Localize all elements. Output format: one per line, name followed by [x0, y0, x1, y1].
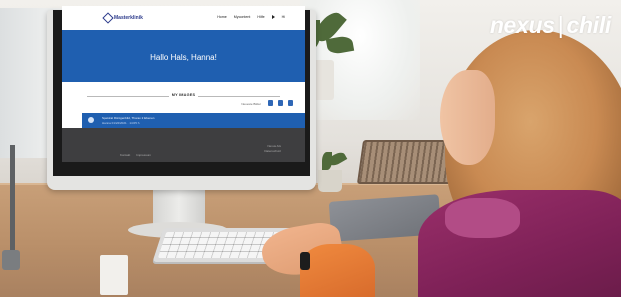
portal-logo[interactable]: Masterklinik [102, 12, 143, 24]
greeting: Hallo Hals, Hanna! [150, 53, 217, 62]
logo-icon [102, 12, 114, 24]
section-subtitle: Neueste Bilder [241, 102, 261, 106]
footer-privacy[interactable]: Datenschutz [264, 149, 281, 154]
brand-left: nexus [489, 12, 555, 38]
portal-nav: Home Mycontent Hilfe Hi [217, 15, 285, 19]
download-icon[interactable] [288, 100, 293, 106]
nav-item-mycontent[interactable]: Mycontent [234, 15, 251, 19]
mug [100, 255, 128, 295]
lamp-base [2, 250, 20, 270]
portal-header: Masterklinik Home Mycontent Hilfe Hi [62, 6, 305, 30]
brand-right: chili [566, 12, 611, 38]
brand-separator: | [557, 12, 564, 38]
chevron-right-icon[interactable] [271, 15, 275, 19]
person-face [440, 70, 495, 165]
small-plant [318, 170, 342, 192]
brand-logo: nexus | chili [490, 12, 611, 39]
study-title: Spektral Röntgenbild, Thorax 2 Ebenen [102, 116, 155, 120]
person-sleeve [300, 244, 375, 297]
expand-icon[interactable] [278, 100, 283, 106]
nav-item-user[interactable]: Hi [282, 15, 285, 19]
footer-link-contact[interactable]: Kontakt [120, 153, 130, 157]
portal-screen: Masterklinik Home Mycontent Hilfe Hi Hal… [62, 6, 305, 162]
section-title: MY IMAGES [171, 93, 196, 97]
image-actions [268, 100, 293, 106]
info-icon[interactable] [268, 100, 273, 106]
portal-hero: Hallo Hals, Hanna! [62, 30, 305, 82]
office-photo: Masterklinik Home Mycontent Hilfe Hi Hal… [0, 0, 621, 297]
nav-item-home[interactable]: Home [217, 15, 227, 19]
portal-footer: Kontakt Impressum Nexus AG Datenschutz [62, 128, 305, 162]
watch [300, 252, 310, 270]
footer-link-imprint[interactable]: Impressum [136, 153, 151, 157]
portal-logo-text: Masterklinik [114, 15, 143, 21]
nav-item-help[interactable]: Hilfe [257, 15, 264, 19]
footer-links: Kontakt Impressum [120, 153, 151, 157]
image-list-item[interactable]: Spektral Röntgenbild, Thorax 2 Ebenen Ha… [82, 113, 305, 128]
study-icon [88, 117, 94, 123]
person-scarf [445, 198, 520, 238]
footer-right: Nexus AG Datenschutz [264, 144, 281, 154]
study-meta: Hanna 01/22/2021 · 14:05 h [102, 121, 140, 125]
lamp-pole [10, 145, 15, 255]
